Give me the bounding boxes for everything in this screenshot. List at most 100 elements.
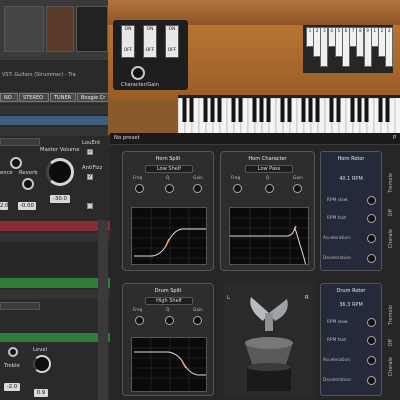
drum-split-q-knob[interactable] bbox=[165, 316, 174, 325]
rotary-speaker-illustration: L R bbox=[223, 283, 315, 396]
antifizz-checkbox[interactable]: ✓ bbox=[87, 174, 93, 180]
horn-rotor-deceleration-label: Deceleration: bbox=[323, 256, 352, 261]
tab-bar: NO STEREO TUNER Boogie Cr bbox=[0, 92, 110, 103]
option-checkbox[interactable] bbox=[87, 203, 93, 209]
black-key[interactable] bbox=[266, 98, 271, 122]
horn-character-response-graph[interactable] bbox=[229, 207, 309, 265]
black-key[interactable] bbox=[308, 98, 313, 122]
drum-split-filter-dropdown[interactable]: High Shelf bbox=[145, 297, 193, 305]
green-section-bar[interactable] bbox=[0, 333, 110, 342]
preset-bar: No preset P bbox=[110, 133, 400, 145]
reverb-value[interactable]: -0.00 bbox=[18, 202, 36, 210]
black-key[interactable] bbox=[280, 98, 285, 122]
preset-name[interactable]: No preset bbox=[114, 135, 140, 141]
tab-boogie[interactable]: Boogie Cr bbox=[77, 93, 110, 102]
thumbnail-3[interactable] bbox=[76, 6, 108, 52]
horn-split-q-knob[interactable] bbox=[165, 184, 174, 193]
toggle-switch-2[interactable]: ON OFF bbox=[143, 25, 157, 58]
black-key[interactable] bbox=[189, 98, 194, 122]
reverb-label: Reverb bbox=[19, 170, 38, 176]
drum-split-curve bbox=[132, 338, 206, 391]
black-key[interactable] bbox=[350, 98, 355, 122]
scrollbar[interactable] bbox=[98, 220, 108, 400]
horn-mode-switch[interactable]: Tremolo Off Chorale bbox=[384, 173, 398, 263]
black-key[interactable] bbox=[315, 98, 320, 122]
drum-rotor-acceleration-label: Acceleration: bbox=[323, 358, 352, 363]
reverb-knob[interactable] bbox=[22, 178, 34, 190]
drum-split-gain-knob[interactable] bbox=[193, 316, 202, 325]
drum-rotor-deceleration-knob[interactable] bbox=[367, 376, 376, 385]
horn-split-filter-dropdown[interactable]: Low Shelf bbox=[145, 165, 193, 173]
master-volume-value[interactable]: -30.0 bbox=[50, 195, 70, 203]
preset-menu-icon[interactable]: P bbox=[393, 135, 396, 141]
black-key[interactable] bbox=[287, 98, 292, 122]
black-key[interactable] bbox=[378, 98, 383, 122]
loudness-checkbox[interactable]: ✓ bbox=[87, 149, 93, 155]
black-key[interactable] bbox=[238, 98, 243, 122]
black-key[interactable] bbox=[364, 98, 369, 122]
black-key[interactable] bbox=[259, 98, 264, 122]
drum-mode-switch[interactable]: Tremolo Off Chorale bbox=[384, 305, 398, 390]
green-section-bar[interactable] bbox=[0, 278, 110, 288]
horn-rotor-rpm: 40.1 RPM bbox=[339, 176, 363, 182]
black-key[interactable] bbox=[231, 98, 236, 122]
tab-tuner[interactable]: TUNER bbox=[50, 93, 76, 102]
black-key[interactable] bbox=[203, 98, 208, 122]
master-volume-knob[interactable] bbox=[46, 158, 74, 186]
selector[interactable] bbox=[0, 138, 40, 146]
horn-character-q-knob[interactable] bbox=[265, 184, 274, 193]
black-key[interactable] bbox=[385, 98, 390, 122]
presence-value[interactable]: 2.0 bbox=[0, 202, 8, 210]
black-key[interactable] bbox=[252, 98, 257, 122]
loudness-label: LouEnt bbox=[82, 140, 101, 146]
drawbar-12[interactable]: 3 bbox=[385, 27, 394, 67]
treble-value[interactable]: -2.0 bbox=[4, 383, 20, 391]
thumbnail-1[interactable] bbox=[4, 6, 44, 52]
red-section-bar[interactable] bbox=[0, 221, 110, 231]
mode-tremolo-label[interactable]: Tremolo bbox=[388, 173, 394, 193]
mode-chorale-label[interactable]: Chorale bbox=[388, 229, 394, 248]
organ-keyboard[interactable] bbox=[177, 95, 400, 135]
horn-rotor-acceleration-knob[interactable] bbox=[367, 234, 376, 243]
drum-rotor-rpm-slow-knob[interactable] bbox=[367, 318, 376, 327]
level-value[interactable]: 0.9 bbox=[34, 389, 48, 397]
presence-label: ence bbox=[0, 170, 13, 176]
horn-split-response-graph[interactable] bbox=[131, 207, 207, 265]
black-key[interactable] bbox=[210, 98, 215, 122]
horn-split-freq-knob[interactable] bbox=[135, 184, 144, 193]
character-gain-knob[interactable] bbox=[131, 66, 145, 80]
treble-knob[interactable] bbox=[8, 347, 18, 357]
black-key[interactable] bbox=[217, 98, 222, 122]
left-channel-panel: VST: Guitars (Strummer) - Tra NO STEREO … bbox=[0, 0, 110, 400]
presence-knob[interactable] bbox=[10, 157, 22, 169]
horn-character-gain-knob[interactable] bbox=[293, 184, 302, 193]
horn-rotor-rpm-slow-knob[interactable] bbox=[367, 196, 376, 205]
horn-character-filter-dropdown[interactable]: Low Pass bbox=[245, 165, 293, 173]
black-key[interactable] bbox=[182, 98, 187, 122]
black-key[interactable] bbox=[329, 98, 334, 122]
mode-off-label[interactable]: Off bbox=[388, 339, 394, 346]
drum-rotor-acceleration-knob[interactable] bbox=[367, 356, 376, 365]
tab-stereo[interactable]: STEREO bbox=[19, 93, 49, 102]
horn-character-freq-knob[interactable] bbox=[233, 184, 242, 193]
selector[interactable] bbox=[0, 302, 40, 310]
black-key[interactable] bbox=[357, 98, 362, 122]
horn-rotor-rpm-fast-knob[interactable] bbox=[367, 214, 376, 223]
selected-strip[interactable] bbox=[0, 116, 110, 125]
black-key[interactable] bbox=[301, 98, 306, 122]
mode-off-label[interactable]: Off bbox=[388, 209, 394, 216]
level-knob[interactable] bbox=[33, 355, 51, 373]
horn-rotor-deceleration-knob[interactable] bbox=[367, 254, 376, 263]
horn-split-gain-knob[interactable] bbox=[193, 184, 202, 193]
mode-tremolo-label[interactable]: Tremolo bbox=[388, 305, 394, 325]
tab-mono[interactable]: NO bbox=[0, 93, 18, 102]
drum-split-freq-knob[interactable] bbox=[135, 316, 144, 325]
thumbnail-2[interactable] bbox=[46, 6, 74, 52]
drum-rotor-rpm-fast-knob[interactable] bbox=[367, 336, 376, 345]
black-key[interactable] bbox=[336, 98, 341, 122]
mode-chorale-label[interactable]: Chorale bbox=[388, 357, 394, 376]
toggle-switch-3[interactable]: ON OFF bbox=[165, 25, 179, 58]
drum-split-response-graph[interactable] bbox=[131, 337, 207, 392]
drum-rotor-title: Drum Rotor bbox=[336, 288, 366, 294]
toggle-switch-1[interactable]: ON OFF bbox=[121, 25, 135, 58]
